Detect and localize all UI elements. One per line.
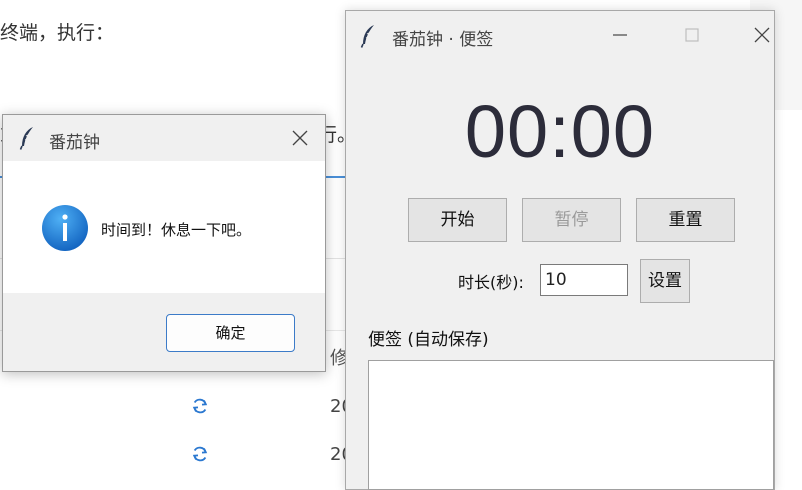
dialog-message: 时间到！休息一下吧。 [101, 221, 252, 239]
duration-input[interactable]: 10 [540, 264, 628, 296]
notes-label: 便签 (自动保存) [368, 330, 489, 350]
window-titlebar[interactable]: 番茄钟 · 便签 [346, 11, 774, 59]
timer-display: 00:00 [464, 90, 656, 173]
doc-text-line: 终端，执行： [0, 22, 115, 44]
start-button[interactable]: 开始 [408, 198, 507, 242]
message-dialog: 番茄钟 时间到！休息一下吧。 确定 [2, 114, 326, 372]
feather-icon [360, 25, 374, 48]
dialog-titlebar[interactable]: 番茄钟 [3, 115, 325, 161]
close-icon[interactable] [750, 23, 774, 47]
refresh-icon[interactable] [190, 396, 210, 416]
minimize-icon[interactable] [608, 23, 632, 47]
refresh-icon[interactable] [190, 444, 210, 464]
maximize-icon[interactable] [680, 23, 704, 47]
notes-textarea[interactable] [368, 360, 774, 490]
reset-button[interactable]: 重置 [636, 198, 735, 242]
pomodoro-window: 番茄钟 · 便签 00:00 开始 暂停 重置 时长(秒): 10 设置 便签 … [345, 10, 775, 490]
close-icon[interactable] [289, 127, 311, 149]
info-icon [42, 205, 88, 251]
dialog-title: 番茄钟 [49, 133, 100, 153]
duration-label: 时长(秒): [458, 273, 524, 292]
ok-button[interactable]: 确定 [166, 314, 295, 352]
dialog-body: 时间到！休息一下吧。 [3, 161, 325, 293]
feather-icon [19, 127, 33, 150]
set-duration-button[interactable]: 设置 [640, 259, 690, 303]
window-title: 番茄钟 · 便签 [392, 30, 494, 50]
pause-button[interactable]: 暂停 [522, 198, 621, 242]
